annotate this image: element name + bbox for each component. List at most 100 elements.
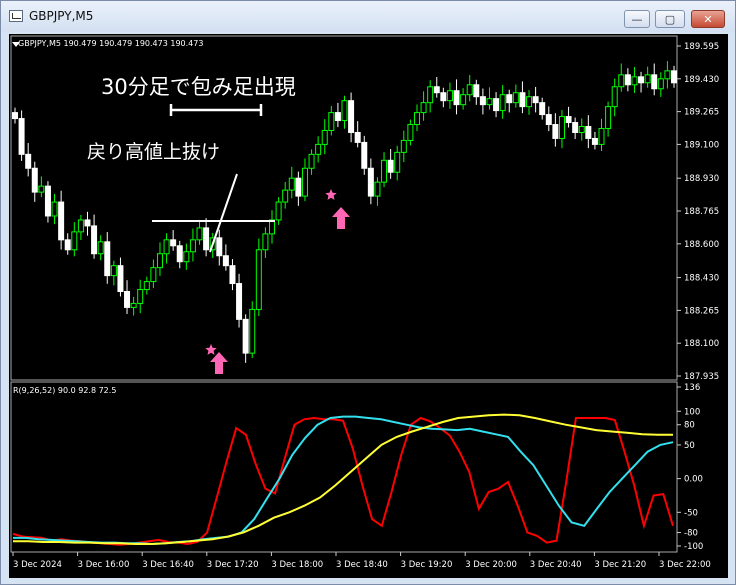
candle-body [77,219,84,233]
candle-body [117,265,124,293]
candle-body [18,118,25,155]
candle-body [479,96,486,106]
candle-body [143,281,150,291]
terminal-window: GBPJPY,M5 — ▢ ✕ 189.595 189.430 189.265 189… [0,0,736,585]
candle-body [493,98,500,112]
candle-body [585,126,592,139]
candle-body [91,225,98,255]
candle-body [222,255,229,267]
price-axis-label: 188.765 [684,207,719,217]
candle-body [446,90,453,102]
time-axis-label: 3 Dec 21:20 [594,560,646,570]
candle-body [413,112,420,126]
annotation-breakout: 戻り高値上抜け [87,141,221,163]
price-axis-label: 188.600 [684,240,719,250]
minimize-button[interactable]: — [624,10,650,28]
candle-body [545,114,552,126]
candle-body [170,239,177,247]
candle-body [433,86,440,94]
candle-body [486,98,493,106]
candle-body [664,70,671,80]
symbol-quote-label: GBPJPY,M5 190.479 190.479 190.473 190.47… [18,39,204,48]
indicator-axis-label: -80 [684,529,698,539]
candle-body [466,84,473,96]
candle-body [58,201,65,241]
candle-body [255,249,262,310]
candle-body [367,167,374,197]
candle-body [282,189,289,203]
indicator-label: R(9,26,52) 90.0 92.8 72.5 [13,386,117,395]
indicator-axis-label: 100 [684,407,700,417]
time-axis-label: 3 Dec 18:00 [271,560,323,570]
candle-body [519,92,526,108]
candle-body [301,167,308,197]
candle-body [611,86,618,108]
price-axis-label: 189.595 [684,42,719,52]
candle-body [321,129,328,145]
price-axis-label: 188.930 [684,174,719,184]
candle-body [572,122,579,133]
candle-body [130,302,137,308]
indicator-panel-frame [10,381,678,553]
indicator-line-r9 [12,416,674,546]
star-marker [325,189,337,200]
price-axis-label: 189.100 [684,140,719,150]
candle-body [374,181,381,197]
candle-body [460,94,467,106]
candle-body [104,241,111,277]
maximize-button[interactable]: ▢ [655,10,685,28]
candle-body [275,201,282,221]
candle-body [189,239,196,253]
candle-body [308,153,315,169]
annotation-pattern: 30分足で包み足出現 [101,75,296,99]
candle-body [473,84,480,98]
time-axis-label: 3 Dec 2024 [13,560,62,570]
candle-body [499,94,506,112]
candle-body [605,106,612,129]
close-button[interactable]: ✕ [691,10,725,28]
candle-body [591,137,598,145]
candle-body [124,291,131,308]
candle-body [598,128,605,145]
candle-body [427,86,434,104]
candle-body [394,151,401,173]
candle-body [387,159,394,173]
candle-body [578,126,585,133]
indicator-axis-label: 80 [684,421,695,431]
candle-body [216,237,223,257]
price-axis-label: 187.935 [684,372,719,382]
candle-body [526,96,533,108]
candle-body [558,116,565,139]
chart-window-icon [9,10,23,22]
indicator-axis-label: -50 [684,508,698,518]
candle-body [25,153,32,169]
candle-body [156,253,163,269]
up-arrow-marker [210,352,228,374]
candle-body [203,227,210,251]
candle-body [64,239,71,251]
candle-body [97,241,104,255]
chart-area[interactable]: 189.595 189.430 189.265 189.100 188.930 188.7… [9,34,728,578]
star-marker [205,344,217,355]
candle-body [420,102,427,114]
candle-body [407,124,414,141]
title-bar[interactable]: GBPJPY,M5 — ▢ ✕ [1,1,735,32]
candle-body [236,283,243,320]
candle-body [400,139,407,153]
chart-canvas[interactable]: 189.595 189.430 189.265 189.100 188.930 188.7… [9,34,728,578]
annotation-pointer [209,173,238,253]
candle-body [295,177,302,197]
time-axis-label: 3 Dec 19:20 [401,560,453,570]
candle-body [644,74,651,84]
indicator-axis-label: 136 [684,383,700,393]
candle-body [631,76,638,86]
window-title: GBPJPY,M5 [29,9,94,23]
candle-body [196,227,203,241]
price-axis-label: 189.430 [684,75,719,85]
candle-body [44,185,51,217]
price-axis-label: 189.265 [684,108,719,118]
candle-body [150,267,157,283]
candle-body [328,112,335,131]
candle-body [38,185,45,193]
candle-body [12,112,18,120]
